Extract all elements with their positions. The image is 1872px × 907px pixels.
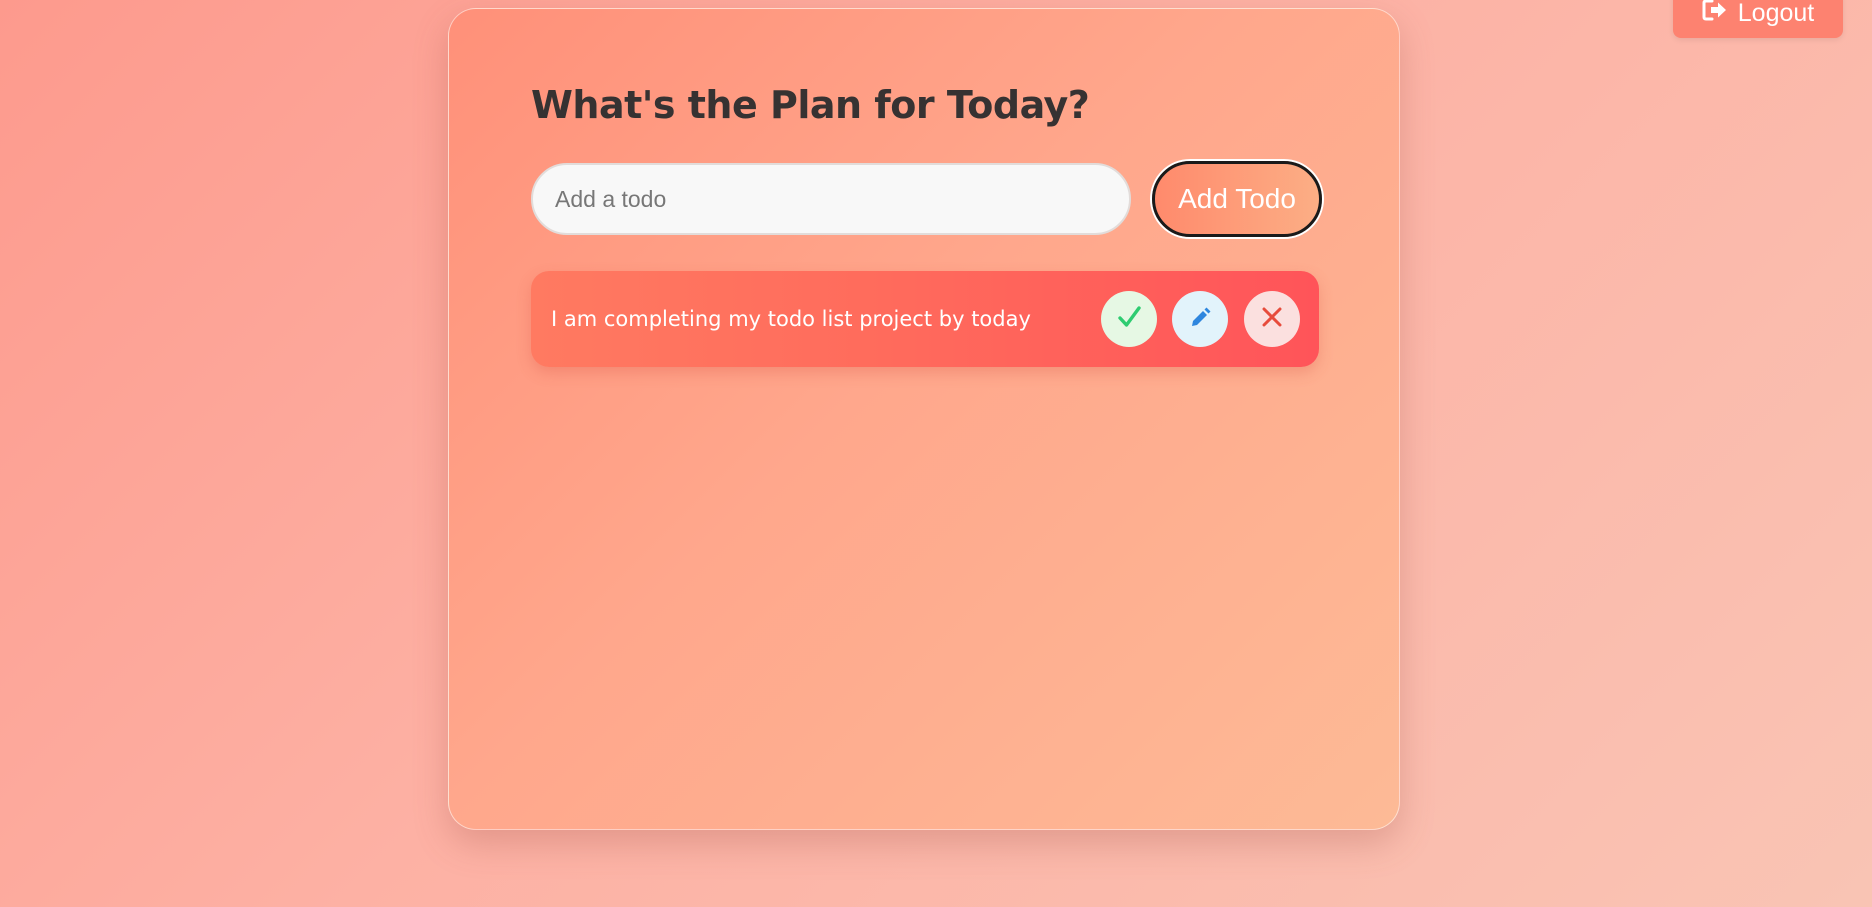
close-icon	[1259, 304, 1285, 335]
delete-button[interactable]	[1244, 291, 1300, 347]
sign-out-icon	[1702, 0, 1728, 29]
pencil-icon	[1187, 304, 1213, 335]
logout-label: Logout	[1737, 0, 1815, 27]
page-title: What's the Plan for Today?	[531, 83, 1090, 127]
todo-text[interactable]: I am completing my todo list project by …	[551, 307, 1031, 331]
todo-card: What's the Plan for Today? Add Todo I am…	[448, 8, 1400, 830]
logout-button[interactable]: Logout	[1673, 0, 1843, 38]
complete-button[interactable]	[1101, 291, 1157, 347]
add-todo-button[interactable]: Add Todo	[1152, 161, 1322, 237]
edit-button[interactable]	[1172, 291, 1228, 347]
todo-input[interactable]	[531, 163, 1131, 235]
check-icon	[1116, 304, 1142, 335]
todo-item: I am completing my todo list project by …	[531, 271, 1319, 367]
